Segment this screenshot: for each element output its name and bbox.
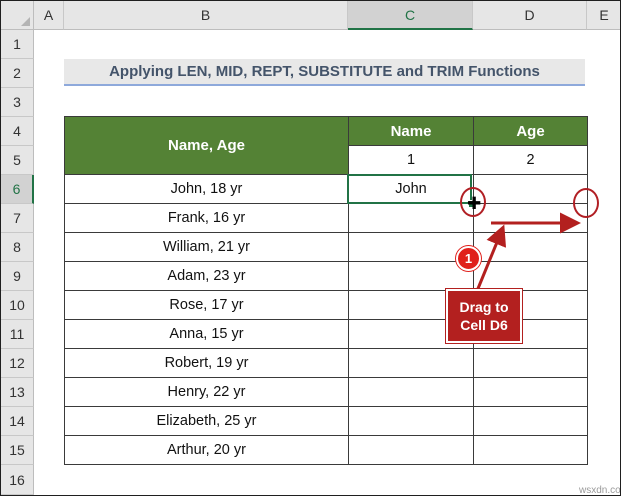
- callout-line-2: Cell D6: [460, 317, 508, 333]
- callout-line-1: Drag to: [459, 299, 509, 315]
- name-cell[interactable]: [348, 406, 474, 436]
- row-header-9[interactable]: 9: [1, 262, 34, 291]
- name-cell[interactable]: [348, 377, 474, 407]
- name-cell[interactable]: [348, 232, 474, 262]
- row-header-3[interactable]: 3: [1, 88, 34, 117]
- table-row: John, 18 yr John: [64, 174, 588, 204]
- spreadsheet-frame: A B C D E 1 2 3 4 5 6 7 8 9 10 11 12 13 …: [0, 0, 621, 496]
- row-header-13[interactable]: 13: [1, 378, 34, 407]
- table-row: Henry, 22 yr: [64, 377, 588, 407]
- row-header-10[interactable]: 10: [1, 291, 34, 320]
- name-cell[interactable]: [348, 203, 474, 233]
- step-number-badge: 1: [456, 246, 481, 271]
- table-row: Adam, 23 yr: [64, 261, 588, 291]
- name-cell[interactable]: [348, 261, 474, 291]
- age-cell[interactable]: [473, 377, 588, 407]
- name-age-cell[interactable]: Robert, 19 yr: [64, 348, 349, 378]
- row-header-2[interactable]: 2: [1, 59, 34, 88]
- header-name[interactable]: Name: [348, 116, 474, 146]
- name-age-cell[interactable]: Frank, 16 yr: [64, 203, 349, 233]
- name-age-cell[interactable]: Rose, 17 yr: [64, 290, 349, 320]
- age-cell[interactable]: [473, 232, 588, 262]
- table-row: Arthur, 20 yr: [64, 435, 588, 465]
- column-header-d[interactable]: D: [473, 1, 587, 30]
- index-name-cell[interactable]: 1: [348, 145, 474, 175]
- instruction-callout: Drag to Cell D6: [445, 288, 523, 344]
- name-cell[interactable]: [348, 348, 474, 378]
- table-row: William, 21 yr: [64, 232, 588, 262]
- row-header-1[interactable]: 1: [1, 30, 34, 59]
- table-row: Frank, 16 yr: [64, 203, 588, 233]
- header-name-age[interactable]: Name, Age: [64, 116, 349, 175]
- age-cell[interactable]: [473, 174, 588, 204]
- target-circle-marker: [573, 188, 599, 218]
- row-header-6[interactable]: 6: [1, 175, 34, 204]
- row-header-8[interactable]: 8: [1, 233, 34, 262]
- name-age-cell[interactable]: Elizabeth, 25 yr: [64, 406, 349, 436]
- row-header-14[interactable]: 14: [1, 407, 34, 436]
- row-header-11[interactable]: 11: [1, 320, 34, 349]
- index-age-cell[interactable]: 2: [473, 145, 588, 175]
- name-cell[interactable]: John: [348, 174, 474, 204]
- name-age-cell[interactable]: Anna, 15 yr: [64, 319, 349, 349]
- row-header-5[interactable]: 5: [1, 146, 34, 175]
- age-cell[interactable]: [473, 203, 588, 233]
- select-all-corner[interactable]: [1, 1, 34, 30]
- column-header-e[interactable]: E: [587, 1, 620, 30]
- age-cell[interactable]: [473, 261, 588, 291]
- name-age-cell[interactable]: Adam, 23 yr: [64, 261, 349, 291]
- start-circle-marker: [460, 187, 486, 217]
- age-cell[interactable]: [473, 435, 588, 465]
- name-age-cell[interactable]: John, 18 yr: [64, 174, 349, 204]
- age-cell[interactable]: [473, 348, 588, 378]
- column-header-b[interactable]: B: [64, 1, 348, 30]
- row-header-4[interactable]: 4: [1, 117, 34, 146]
- table-row: Robert, 19 yr: [64, 348, 588, 378]
- age-cell[interactable]: [473, 406, 588, 436]
- watermark-text: wsxdn.com: [579, 485, 621, 496]
- table-row: Elizabeth, 25 yr: [64, 406, 588, 436]
- row-header-16[interactable]: 16: [1, 465, 34, 495]
- row-header-7[interactable]: 7: [1, 204, 34, 233]
- row-header-15[interactable]: 15: [1, 436, 34, 465]
- name-age-cell[interactable]: William, 21 yr: [64, 232, 349, 262]
- name-age-cell[interactable]: Arthur, 20 yr: [64, 435, 349, 465]
- sheet-title[interactable]: Applying LEN, MID, REPT, SUBSTITUTE and …: [64, 59, 585, 86]
- header-age[interactable]: Age: [473, 116, 588, 146]
- name-age-cell[interactable]: Henry, 22 yr: [64, 377, 349, 407]
- column-header-c[interactable]: C: [348, 1, 473, 30]
- column-header-a[interactable]: A: [34, 1, 64, 30]
- name-cell[interactable]: [348, 435, 474, 465]
- row-header-12[interactable]: 12: [1, 349, 34, 378]
